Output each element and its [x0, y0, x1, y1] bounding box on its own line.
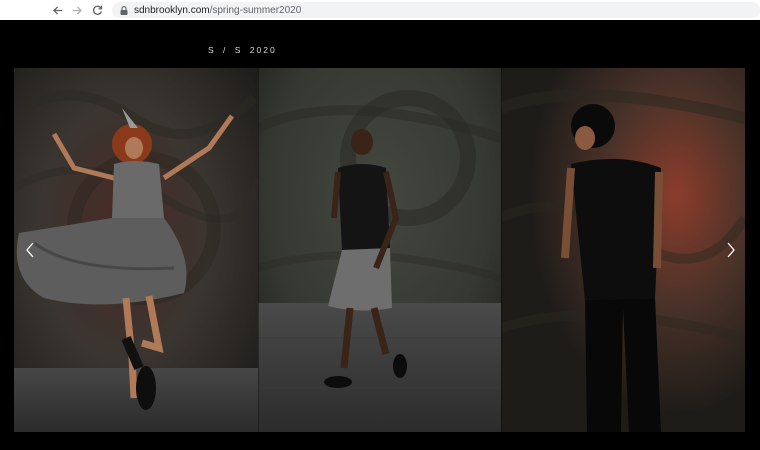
season-title: S / S 2020	[208, 45, 277, 55]
reload-button[interactable]	[88, 1, 106, 19]
lock-icon	[120, 5, 128, 15]
gallery-slide-1[interactable]	[14, 68, 258, 432]
back-button[interactable]	[48, 1, 66, 19]
browser-toolbar: sdnbrooklyn.com/spring-summer2020	[0, 0, 760, 20]
photo-model-grey-dress	[14, 68, 258, 432]
url-path: /spring-summer2020	[209, 4, 302, 16]
address-bar[interactable]: sdnbrooklyn.com/spring-summer2020	[112, 2, 760, 18]
gallery-prev-button[interactable]	[20, 238, 40, 262]
arrow-left-icon	[52, 6, 62, 14]
gallery-slide-2[interactable]	[258, 68, 501, 432]
photo-model-grey-skirt	[258, 68, 501, 432]
panel-divider	[501, 68, 502, 432]
chevron-right-icon	[727, 242, 735, 258]
forward-button[interactable]	[68, 1, 86, 19]
photo-model-black-outfit	[501, 68, 745, 432]
browser-nav	[48, 1, 106, 19]
gallery-slide-3[interactable]	[501, 68, 745, 432]
panel-divider	[258, 68, 259, 432]
page-content: S / S 2020	[0, 20, 760, 450]
gallery-next-button[interactable]	[721, 238, 741, 262]
url-text: sdnbrooklyn.com/spring-summer2020	[134, 5, 301, 16]
lookbook-gallery	[14, 68, 745, 432]
reload-icon	[92, 5, 102, 15]
url-domain: sdnbrooklyn.com	[134, 4, 210, 16]
arrow-right-icon	[72, 6, 82, 14]
chevron-left-icon	[26, 242, 34, 258]
